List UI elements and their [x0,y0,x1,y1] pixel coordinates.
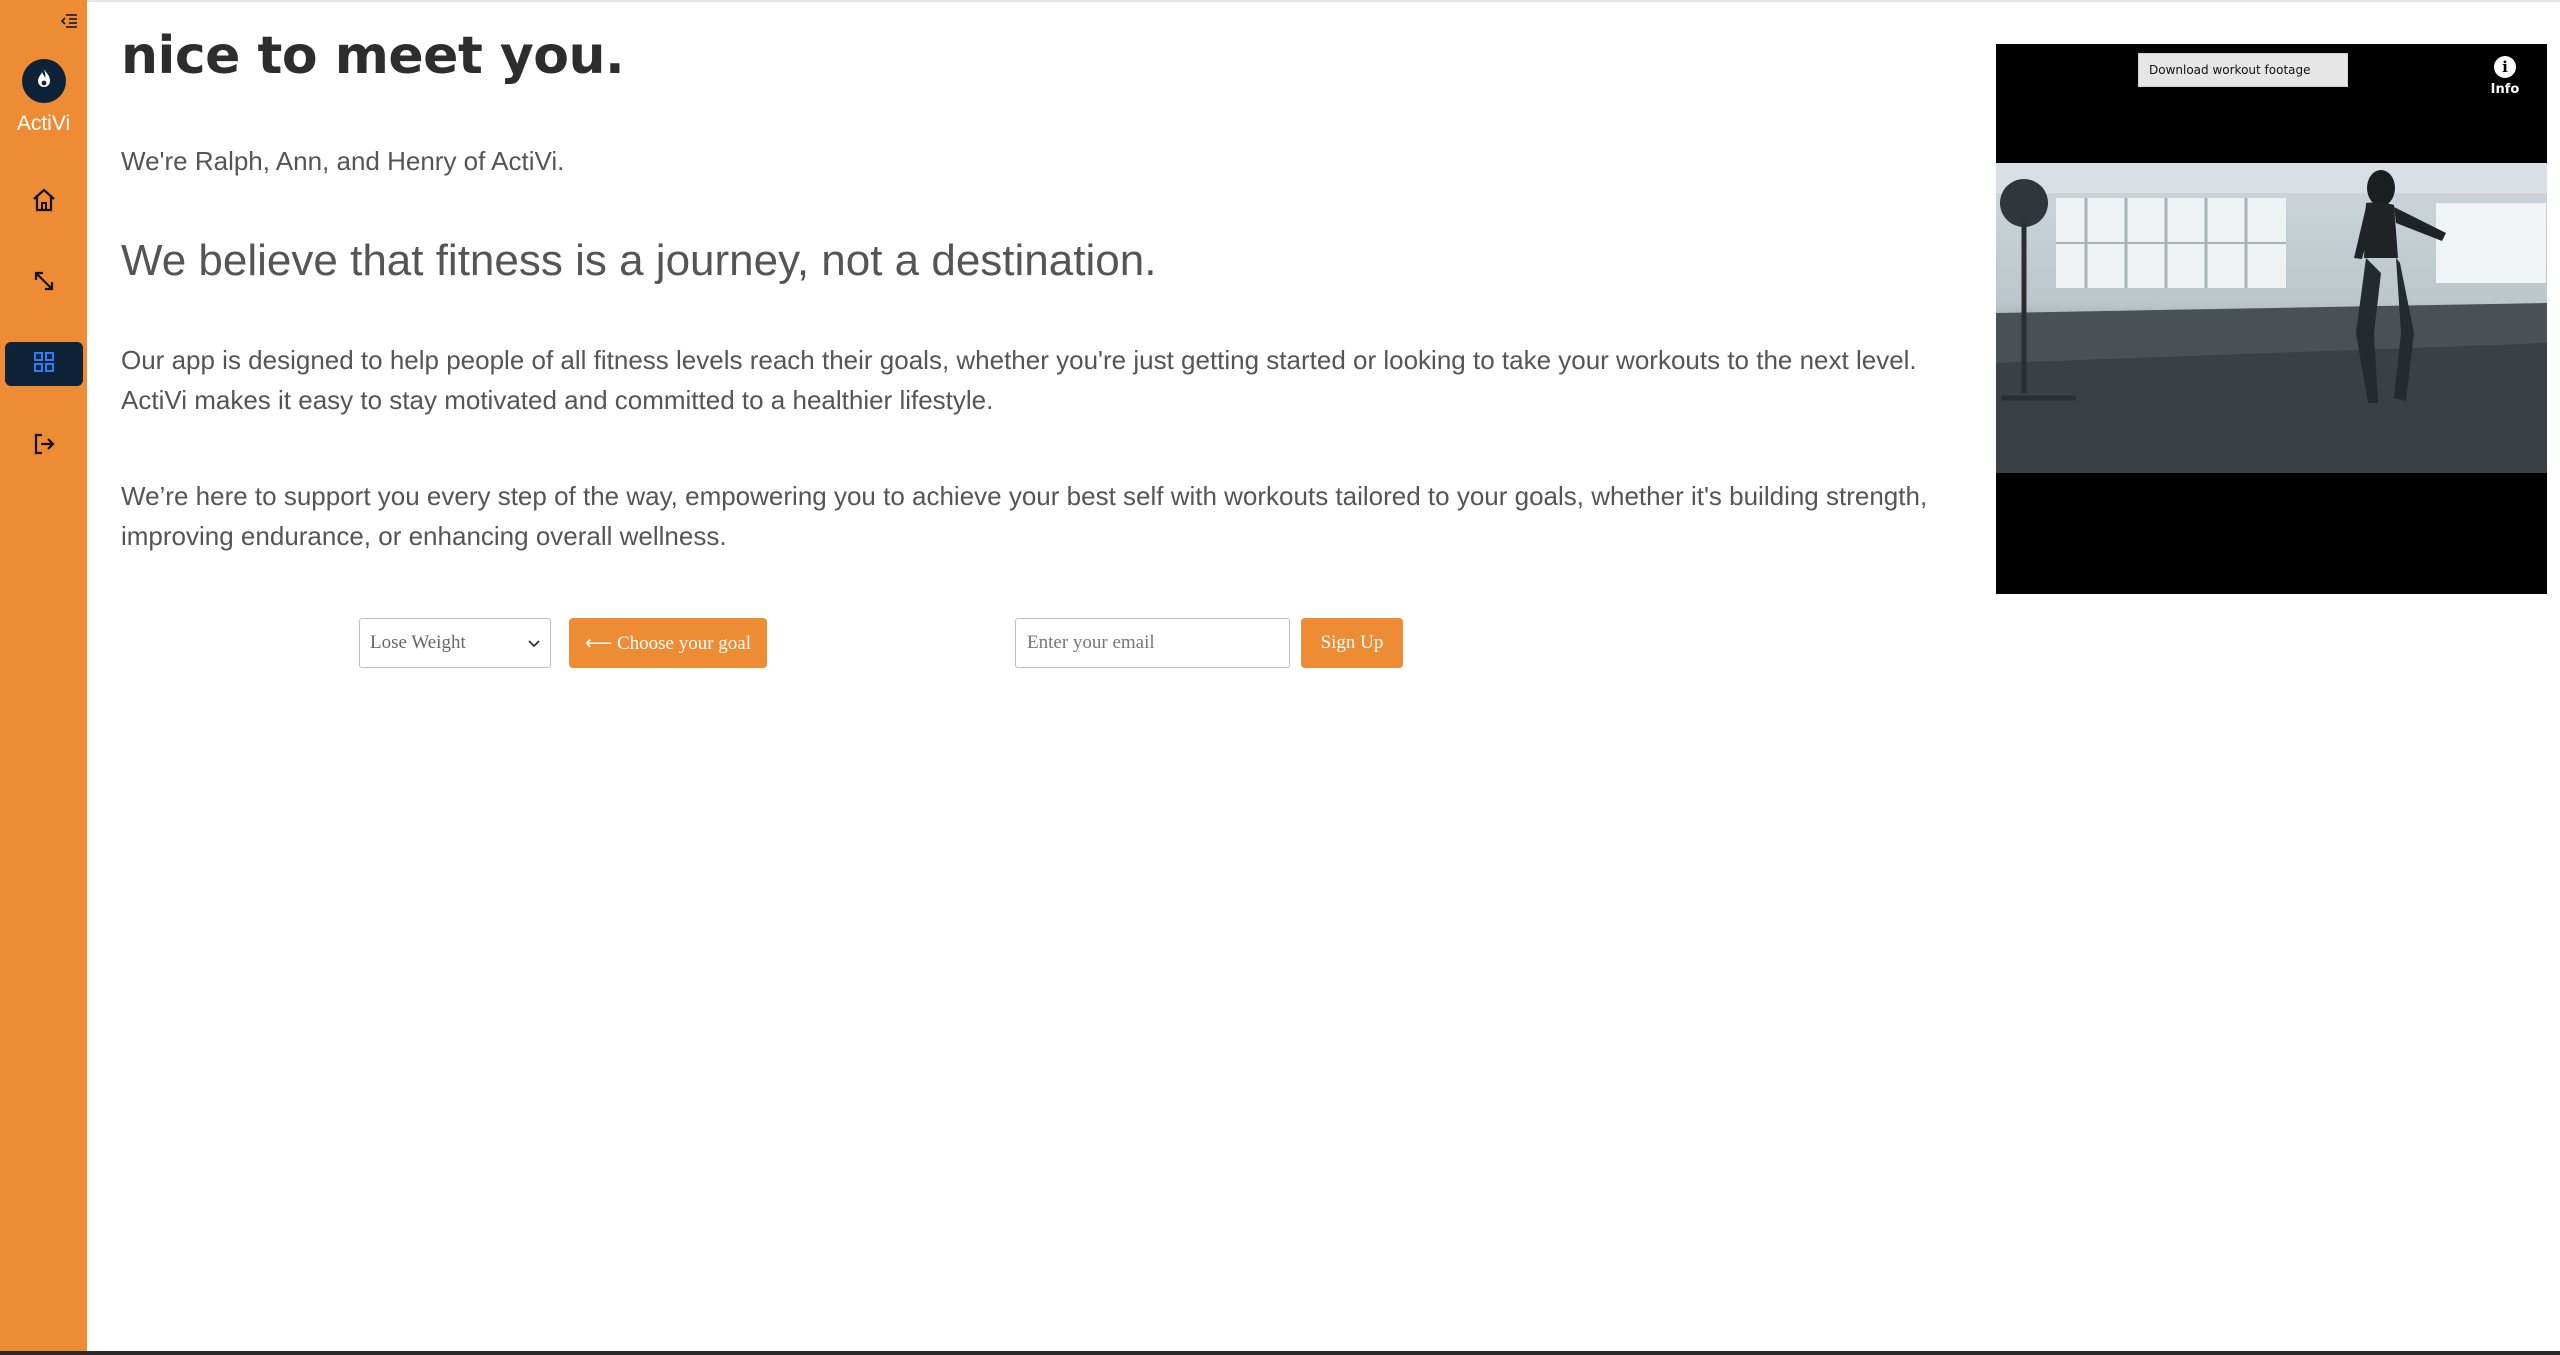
video-frame [1996,163,2547,473]
brand-logo[interactable] [22,59,66,103]
gym-scene-image [1996,163,2547,473]
about-paragraph: Our app is designed to help people of al… [121,345,1917,415]
sign-up-button[interactable]: Sign Up [1301,618,1403,668]
page-title: nice to meet you. [121,26,625,86]
sidebar-item-expand[interactable] [5,261,83,305]
home-icon [31,187,57,218]
top-border [0,0,2560,2]
brand-name: ActiVi [16,112,71,135]
support-paragraph: We’re here to support you every step of … [121,481,1928,551]
chevron-down-icon [528,632,540,654]
intro-text: We're Ralph, Ann, and Henry of ActiVi. [121,146,565,176]
sidebar-item-home[interactable] [5,180,83,224]
goal-select[interactable]: Lose Weight [359,618,551,668]
grid-icon [33,351,55,378]
expand-arrows-icon [32,269,56,298]
download-footage-button[interactable]: Download workout footage [2138,53,2348,87]
sidebar-toggle-icon[interactable] [60,12,78,30]
logout-icon [32,432,56,461]
flame-icon [34,68,54,95]
goal-select-value: Lose Weight [370,632,466,653]
belief-heading: We believe that fitness is a journey, no… [121,236,1157,285]
sidebar-item-logout[interactable] [5,424,83,468]
info-icon: i [2494,56,2516,78]
sidebar: ActiVi [0,0,87,1355]
choose-goal-button[interactable]: ⟵ Choose your goal [569,618,767,668]
info-label: Info [2490,82,2520,97]
workout-video[interactable]: Download workout footage i Info [1996,44,2547,594]
email-input[interactable] [1015,618,1290,668]
sidebar-item-dashboard[interactable] [5,342,83,386]
info-button[interactable]: i Info [2485,56,2525,97]
bottom-border [0,1351,2560,1355]
